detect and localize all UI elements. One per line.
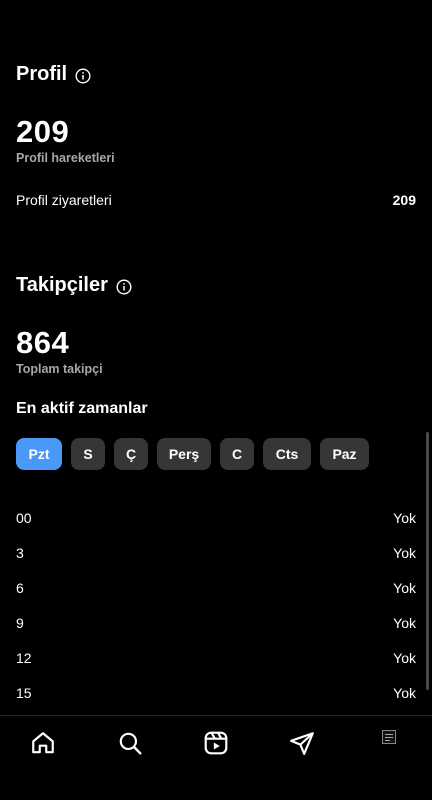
profile-title: Profil <box>16 63 68 85</box>
time-label: 00 <box>16 509 32 526</box>
send-icon <box>290 732 315 755</box>
time-label: 15 <box>16 684 32 701</box>
time-row: 12 Yok <box>16 640 416 675</box>
time-value: Yok <box>393 649 416 666</box>
active-times-list: 00 Yok 3 Yok 6 Yok 9 Yok 12 Yok 15 Yok <box>16 500 416 710</box>
profile-activity-count: 209 <box>16 114 70 149</box>
reels-tab[interactable] <box>196 726 236 766</box>
time-row: 3 Yok <box>16 535 416 570</box>
info-icon[interactable] <box>75 67 91 84</box>
followers-title: Takipçiler <box>16 274 108 296</box>
home-icon <box>32 732 55 754</box>
day-chip-pers[interactable]: Perş <box>157 438 211 470</box>
time-label: 9 <box>16 614 24 631</box>
time-value: Yok <box>393 509 416 526</box>
followers-count: 864 <box>16 325 70 360</box>
day-chip-c-cedilla[interactable]: Ç <box>114 438 148 470</box>
day-chip-paz[interactable]: Paz <box>320 438 369 470</box>
time-label: 6 <box>16 579 24 596</box>
day-chip-s[interactable]: S <box>71 438 105 470</box>
time-label: 3 <box>16 544 24 561</box>
bottom-tab-bar <box>0 715 432 800</box>
home-tab[interactable] <box>23 726 63 766</box>
profile-visits-row[interactable]: Profil ziyaretleri 209 <box>16 192 416 208</box>
time-value: Yok <box>393 684 416 701</box>
followers-count-label: Toplam takipçi <box>16 362 103 376</box>
profile-tab[interactable] <box>369 726 409 766</box>
direct-tab[interactable] <box>282 726 322 766</box>
profile-visits-label: Profil ziyaretleri <box>16 192 112 208</box>
time-value: Yok <box>393 579 416 596</box>
day-chip-cts[interactable]: Cts <box>263 438 311 470</box>
day-chip-pzt[interactable]: Pzt <box>16 438 62 470</box>
reels-icon <box>204 731 228 755</box>
search-icon <box>119 732 142 755</box>
time-label: 12 <box>16 649 32 666</box>
time-value: Yok <box>393 544 416 561</box>
profile-section-title: Profil <box>16 63 91 86</box>
profile-activity-label: Profil hareketleri <box>16 151 115 165</box>
time-row: 00 Yok <box>16 500 416 535</box>
day-selector: Pzt S Ç Perş C Cts Paz <box>16 438 369 470</box>
profile-avatar <box>381 730 396 744</box>
time-row: 6 Yok <box>16 570 416 605</box>
info-icon[interactable] <box>116 278 132 295</box>
profile-visits-value: 209 <box>392 192 416 208</box>
active-times-heading: En aktif zamanlar <box>16 400 148 417</box>
search-tab[interactable] <box>110 726 150 766</box>
time-row: 9 Yok <box>16 605 416 640</box>
day-chip-c[interactable]: C <box>220 438 254 470</box>
time-value: Yok <box>393 614 416 631</box>
followers-section-title: Takipçiler <box>16 274 132 297</box>
time-row: 15 Yok <box>16 675 416 710</box>
scrollbar[interactable] <box>426 432 429 690</box>
